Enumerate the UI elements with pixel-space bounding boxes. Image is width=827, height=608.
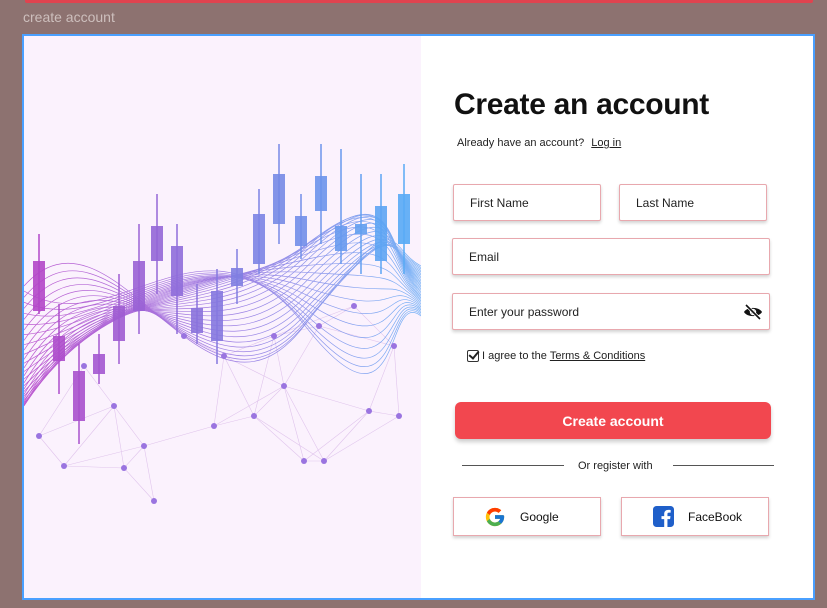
terms-checkbox[interactable] <box>467 350 479 362</box>
login-link[interactable]: Log in <box>591 137 621 149</box>
google-button[interactable]: Google <box>453 497 601 536</box>
password-field <box>452 293 770 330</box>
hero-illustration <box>24 36 421 598</box>
facebook-button[interactable]: FaceBook <box>621 497 769 536</box>
email-input[interactable] <box>453 239 769 274</box>
google-icon <box>484 506 506 528</box>
divider-left <box>462 465 564 466</box>
facebook-icon <box>652 506 674 528</box>
login-prompt-text: Already have an account? <box>457 137 585 149</box>
signup-card: Create an account Already have an accoun… <box>22 34 815 600</box>
email-field <box>452 238 770 275</box>
google-label: Google <box>520 509 559 524</box>
frame-label: create account <box>23 9 115 25</box>
login-prompt: Already have an account? Log in <box>457 137 621 149</box>
terms-text: I agree to the <box>482 350 547 362</box>
facebook-label: FaceBook <box>688 509 743 524</box>
first-name-input[interactable] <box>454 185 600 220</box>
create-account-button[interactable]: Create account <box>455 402 771 439</box>
password-input[interactable] <box>453 294 769 329</box>
terms-row: I agree to the Terms & Conditions <box>467 350 645 362</box>
first-name-field <box>453 184 601 221</box>
terms-link[interactable]: Terms & Conditions <box>550 350 645 362</box>
page-title: Create an account <box>454 88 709 121</box>
signup-form: Create an account Already have an accoun… <box>421 36 813 598</box>
candlestick-wave-graphic <box>24 144 421 504</box>
last-name-field <box>619 184 767 221</box>
eye-slash-icon[interactable] <box>743 303 763 321</box>
divider-right <box>673 465 774 466</box>
divider-label: Or register with <box>578 460 653 472</box>
last-name-input[interactable] <box>620 185 766 220</box>
candlestick-series <box>33 144 410 444</box>
top-accent-strip <box>25 0 813 3</box>
